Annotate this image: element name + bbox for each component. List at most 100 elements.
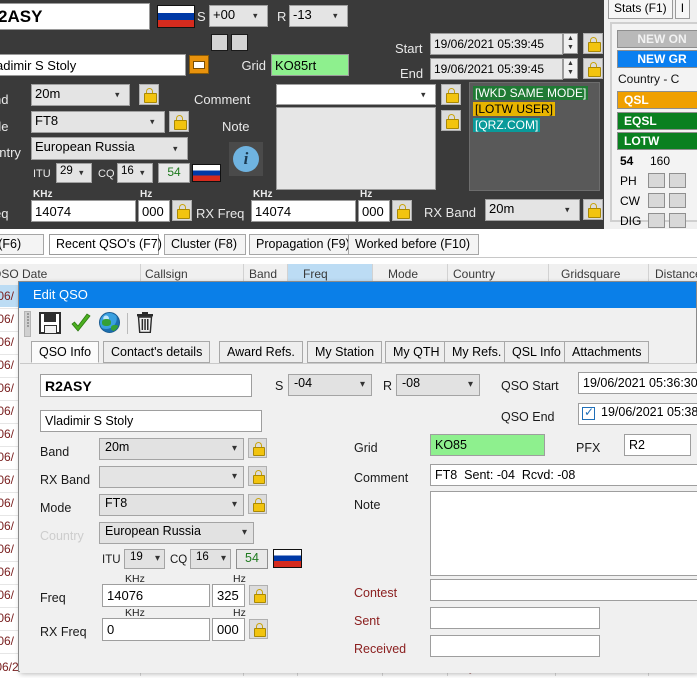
dialog-rxband-lock-icon[interactable] bbox=[248, 466, 267, 486]
chevron-down-icon bbox=[115, 91, 124, 97]
stats-cell-dig-160[interactable] bbox=[648, 213, 665, 228]
comment-lock-icon[interactable] bbox=[441, 84, 461, 105]
column-header-freq[interactable]: Freq bbox=[303, 267, 328, 281]
end-lock-icon[interactable] bbox=[583, 58, 603, 79]
dialog-callsign-input[interactable] bbox=[40, 374, 252, 397]
tab-propagation-f9[interactable]: Propagation (F9) bbox=[249, 234, 355, 255]
dialog-received-input[interactable] bbox=[430, 635, 600, 657]
dialog-sent-input[interactable] bbox=[430, 607, 600, 629]
dialog-band-select[interactable]: 20m bbox=[99, 438, 244, 460]
dialog-rxfreq-khz-input[interactable] bbox=[102, 618, 210, 641]
end-spinner[interactable]: ▲ ▼ bbox=[563, 58, 578, 79]
band-select[interactable]: 20m bbox=[31, 84, 130, 106]
dialog-freq-hz-input[interactable] bbox=[212, 584, 245, 607]
mode-select[interactable]: FT8 bbox=[31, 111, 165, 133]
end-datetime-input[interactable] bbox=[430, 58, 563, 80]
tab-cluster-f8[interactable]: Cluster (F8) bbox=[164, 234, 246, 255]
dialog-pfx-input[interactable] bbox=[624, 434, 691, 456]
dialog-cq-select[interactable]: 16 bbox=[190, 549, 231, 569]
dialog-rxfreq-lock-icon[interactable] bbox=[249, 619, 268, 639]
column-header-band[interactable]: Band bbox=[249, 267, 277, 281]
qso-start-input[interactable] bbox=[578, 372, 697, 394]
tab-main-f6[interactable]: in (F6) bbox=[0, 234, 44, 255]
dialog-freq-lock-icon[interactable] bbox=[249, 585, 268, 605]
rxfreq-hz-input[interactable] bbox=[358, 200, 390, 222]
tab-my-refs[interactable]: My Refs. bbox=[444, 341, 510, 363]
tab-attachments[interactable]: Attachments bbox=[564, 341, 650, 363]
rxfreq-lock-icon[interactable] bbox=[392, 200, 412, 221]
itu-select[interactable]: 29 bbox=[56, 163, 92, 183]
tab-my-station[interactable]: My Station bbox=[307, 341, 383, 363]
tab-qso-info[interactable]: QSO Info bbox=[31, 341, 100, 363]
toggle-button-2[interactable] bbox=[231, 34, 248, 51]
qso-end-input[interactable]: 19/06/2021 05:38 bbox=[578, 403, 697, 425]
tab-contacts-details[interactable]: Contact's details bbox=[103, 341, 211, 363]
dialog-rst-rcvd-select[interactable]: -08 bbox=[396, 374, 480, 396]
dialog-contest-label: Contest bbox=[354, 586, 398, 600]
dialog-title-bar[interactable]: Edit QSO bbox=[19, 282, 696, 308]
dialog-comment-input[interactable] bbox=[430, 464, 697, 486]
column-header-callsign[interactable]: Callsign bbox=[145, 267, 188, 281]
tab-stats-next[interactable]: I bbox=[674, 0, 691, 19]
tab-award-refs[interactable]: Award Refs. bbox=[219, 341, 303, 363]
dialog-itu-select[interactable]: 19 bbox=[124, 549, 165, 569]
dialog-rst-sent-select[interactable]: -04 bbox=[288, 374, 372, 396]
save-button[interactable] bbox=[39, 312, 65, 336]
start-lock-icon[interactable] bbox=[583, 33, 603, 54]
freq-lock-icon[interactable] bbox=[172, 200, 192, 221]
column-header-gridsquare[interactable]: Gridsquare bbox=[561, 267, 620, 281]
tab-stats-f1[interactable]: Stats (F1) bbox=[608, 0, 673, 19]
tab-my-qth[interactable]: My QTH bbox=[385, 341, 448, 363]
start-spinner[interactable]: ▲ ▼ bbox=[563, 33, 578, 54]
mode-lock-icon[interactable] bbox=[169, 111, 189, 132]
toggle-button-1[interactable] bbox=[211, 34, 228, 51]
column-header-qso-date[interactable]: QSO Date bbox=[0, 267, 47, 281]
rxband-lock-icon[interactable] bbox=[583, 199, 603, 220]
column-header-distance[interactable]: Distance bbox=[655, 267, 697, 281]
name-input[interactable] bbox=[0, 54, 186, 76]
band-lock-icon[interactable] bbox=[139, 84, 159, 105]
dialog-name-input[interactable] bbox=[40, 410, 262, 432]
stats-cell-dig-80[interactable] bbox=[669, 213, 686, 228]
column-header-country[interactable]: Country bbox=[453, 267, 495, 281]
stats-cell-cw-160[interactable] bbox=[648, 193, 665, 208]
dialog-band-lock-icon[interactable] bbox=[248, 438, 267, 458]
rxband-select[interactable]: 20m bbox=[485, 199, 580, 221]
dialog-country-select[interactable]: European Russia bbox=[99, 522, 254, 544]
comment-select[interactable] bbox=[276, 84, 436, 105]
dialog-grid-input[interactable] bbox=[430, 434, 545, 456]
freq-khz-input[interactable] bbox=[31, 200, 136, 222]
delete-button[interactable] bbox=[136, 312, 162, 336]
note-lock-icon[interactable] bbox=[441, 110, 461, 131]
rxfreq-khz-input[interactable] bbox=[251, 200, 356, 222]
dialog-note-textarea[interactable] bbox=[430, 491, 697, 576]
stats-cell-ph-160[interactable] bbox=[648, 173, 665, 188]
dialog-mode-select[interactable]: FT8 bbox=[99, 494, 244, 516]
dialog-rxband-select[interactable] bbox=[99, 466, 244, 488]
tab-qsl-info[interactable]: QSL Info bbox=[504, 341, 569, 363]
cq-select[interactable]: 16 bbox=[117, 163, 153, 183]
info-button[interactable]: i bbox=[229, 142, 263, 176]
qso-end-checkbox[interactable] bbox=[582, 405, 595, 420]
tab-recent-qsos-f7[interactable]: Recent QSO's (F7) bbox=[49, 234, 162, 255]
start-datetime-input[interactable] bbox=[430, 33, 563, 55]
stats-cell-cw-80[interactable] bbox=[669, 193, 686, 208]
freq-hz-input[interactable] bbox=[138, 200, 170, 222]
dialog-mode-lock-icon[interactable] bbox=[248, 494, 267, 514]
dialog-rxfreq-hz-input[interactable] bbox=[212, 618, 245, 641]
note-textarea[interactable] bbox=[276, 107, 436, 190]
tab-worked-before-f10[interactable]: Worked before (F10) bbox=[348, 234, 479, 255]
dialog-freq-khz-input[interactable] bbox=[102, 584, 210, 607]
grid-input[interactable] bbox=[271, 54, 349, 76]
confirm-button[interactable] bbox=[69, 312, 95, 336]
rst-sent-select[interactable]: +00 bbox=[209, 5, 268, 27]
web-lookup-button[interactable] bbox=[99, 312, 125, 336]
dialog-contest-input[interactable] bbox=[430, 579, 697, 601]
callsign-input[interactable] bbox=[0, 3, 150, 30]
toolbar-grip-handle[interactable] bbox=[24, 311, 31, 337]
save-icon bbox=[39, 312, 61, 334]
rst-rcvd-select[interactable]: -13 bbox=[289, 5, 348, 27]
column-header-mode[interactable]: Mode bbox=[388, 267, 418, 281]
country-select[interactable]: European Russia bbox=[31, 137, 188, 160]
stats-cell-ph-80[interactable] bbox=[669, 173, 686, 188]
